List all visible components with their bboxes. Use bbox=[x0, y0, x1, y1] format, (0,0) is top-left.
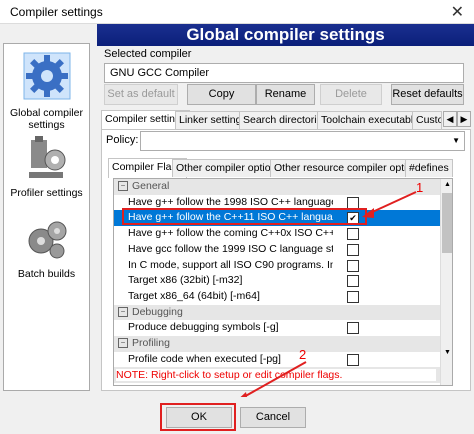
vertical-scrollbar[interactable]: ▲ ▼ bbox=[440, 179, 452, 385]
dialog-footer bbox=[0, 397, 474, 434]
sidebar-item-global-compiler[interactable]: Global compiler settings bbox=[4, 48, 89, 131]
flag-option-row[interactable]: Have gcc follow the 1999 ISO C language … bbox=[114, 242, 440, 258]
flag-checkbox[interactable] bbox=[347, 353, 359, 366]
title-bar: Compiler settings ✕ bbox=[0, 0, 474, 24]
ok-button[interactable]: OK bbox=[166, 407, 232, 428]
collapse-icon[interactable]: − bbox=[118, 181, 128, 192]
settings-sidebar: Global compiler settings Profiler settin… bbox=[3, 43, 90, 391]
flag-category-label: Debugging bbox=[132, 305, 183, 318]
flag-category-label: General bbox=[132, 180, 170, 192]
profiler-icon bbox=[28, 136, 65, 178]
flag-option-label: Produce debugging symbols [-g] bbox=[128, 321, 279, 334]
policy-label: Policy: bbox=[106, 134, 139, 146]
flag-category-row[interactable]: − Debugging bbox=[114, 304, 440, 321]
sidebar-item-label: Profiler settings bbox=[10, 187, 83, 199]
flag-option-row[interactable]: Have g++ follow the coming C++0x ISO C++… bbox=[114, 226, 440, 242]
flag-checkbox[interactable] bbox=[347, 322, 359, 335]
selected-compiler-label: Selected compiler bbox=[104, 48, 192, 60]
set-as-default-button[interactable]: Set as default bbox=[104, 84, 178, 105]
flag-option-label: Have gcc follow the 1999 ISO C language … bbox=[128, 242, 333, 255]
sidebar-item-label: Batch builds bbox=[17, 268, 76, 280]
flag-option-row[interactable]: Target x86 (32bit) [-m32] bbox=[114, 273, 440, 289]
flag-option-row[interactable]: Produce debugging symbols [-g] bbox=[114, 320, 440, 336]
flag-checkbox[interactable] bbox=[347, 243, 359, 256]
rename-button[interactable]: Rename bbox=[256, 84, 315, 105]
sidebar-item-batch-builds[interactable]: Batch builds bbox=[4, 217, 89, 280]
collapse-icon[interactable]: − bbox=[118, 306, 128, 317]
tab-scroll-left-icon[interactable]: ◀ bbox=[443, 111, 457, 127]
tab-custom[interactable]: Custo bbox=[412, 111, 442, 129]
scroll-up-icon[interactable]: ▲ bbox=[442, 179, 452, 191]
scroll-down-icon[interactable]: ▼ bbox=[442, 347, 452, 359]
copy-button[interactable]: Copy bbox=[187, 84, 256, 105]
annotation-arrow-icon bbox=[362, 191, 417, 218]
tab-other-compiler-options[interactable]: Other compiler options bbox=[172, 159, 286, 177]
scrollbar-thumb[interactable] bbox=[442, 193, 452, 253]
compiler-select-value: GNU GCC Compiler bbox=[110, 67, 210, 79]
flag-checkbox[interactable] bbox=[347, 290, 359, 303]
flag-category-label: Profiling bbox=[132, 337, 170, 349]
flag-option-label: Have g++ follow the coming C++0x ISO C++… bbox=[128, 227, 333, 240]
tab-other-resource-compiler-options[interactable]: Other resource compiler options bbox=[270, 159, 428, 177]
reset-defaults-button[interactable]: Reset defaults bbox=[391, 84, 464, 105]
sidebar-item-profiler[interactable]: Profiler settings bbox=[4, 134, 89, 199]
flag-checkbox[interactable] bbox=[347, 196, 359, 209]
policy-select[interactable]: ▼ bbox=[140, 131, 465, 151]
flag-option-label: Target x86 (32bit) [-m32] bbox=[128, 274, 243, 287]
chevron-down-icon: ▼ bbox=[452, 136, 460, 145]
flag-option-label: In C mode, support all ISO C90 programs.… bbox=[128, 258, 333, 271]
gear-icon bbox=[23, 52, 70, 100]
flag-option-label: Target x86_64 (64bit) [-m64] bbox=[128, 289, 260, 302]
flag-checkbox[interactable] bbox=[347, 259, 359, 272]
flag-checkbox[interactable] bbox=[347, 275, 359, 288]
window-title: Compiler settings bbox=[10, 5, 103, 19]
batch-gears-icon bbox=[28, 221, 66, 259]
flag-checkbox[interactable] bbox=[347, 228, 359, 241]
tab-defines[interactable]: #defines bbox=[405, 159, 453, 177]
compiler-select[interactable]: GNU GCC Compiler bbox=[104, 63, 464, 83]
flag-option-row[interactable]: Target x86_64 (64bit) [-m64] bbox=[114, 289, 440, 305]
flag-category-row[interactable]: − Profiling bbox=[114, 336, 440, 352]
flag-option-row[interactable]: In C mode, support all ISO C90 programs.… bbox=[114, 258, 440, 274]
close-icon[interactable]: ✕ bbox=[451, 2, 464, 22]
collapse-icon[interactable]: − bbox=[118, 338, 128, 349]
annotation-highlight-option bbox=[122, 208, 367, 225]
sidebar-item-label: Global compiler settings bbox=[10, 107, 83, 131]
delete-button[interactable]: Delete bbox=[320, 84, 382, 105]
tab-scroll-right-icon[interactable]: ▶ bbox=[457, 111, 471, 127]
page-title: Global compiler settings bbox=[97, 24, 474, 46]
cancel-button[interactable]: Cancel bbox=[240, 407, 306, 428]
